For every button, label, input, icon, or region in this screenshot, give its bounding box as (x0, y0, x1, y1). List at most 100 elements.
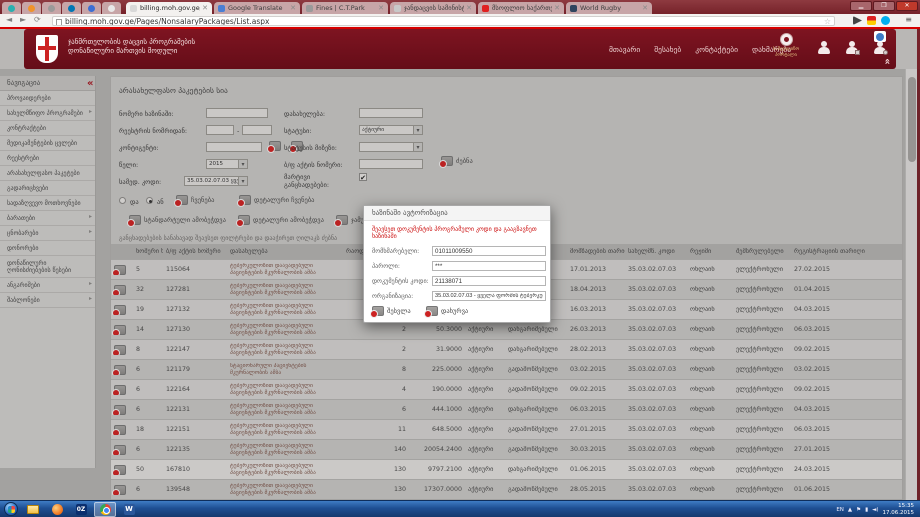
pinned-tab[interactable] (22, 2, 41, 14)
sidebar-item-13[interactable]: ანგარიშები▸ (0, 278, 95, 293)
sidebar-item-3[interactable]: კონტრაქტები (0, 121, 95, 136)
row-print-button[interactable] (114, 365, 130, 375)
sidebar-collapse-icon[interactable]: « (87, 78, 93, 89)
sidebar-item-5[interactable]: რეესტრები (0, 151, 95, 166)
name-input[interactable] (359, 108, 423, 118)
scrollbar[interactable] (905, 69, 917, 500)
sidebar-item-14[interactable]: შაბლონები▸ (0, 293, 95, 308)
organization-field[interactable] (432, 291, 546, 301)
sidebar-item-11[interactable]: დონორები (0, 241, 95, 256)
extension-icon[interactable] (867, 16, 876, 25)
network-icon[interactable]: ▮ (865, 507, 868, 513)
tab-close-icon[interactable]: ✕ (290, 4, 296, 12)
header-nav-item-2[interactable]: შესახებ (654, 45, 681, 54)
taskbar-firefox-button[interactable] (46, 502, 68, 517)
portal-link[interactable]: სამედიცინოპორტალი (769, 33, 803, 59)
language-indicator[interactable]: EN (836, 507, 844, 513)
row-print-button[interactable] (114, 405, 130, 415)
taskbar-word-button[interactable]: W (118, 502, 140, 517)
back-icon[interactable]: ◄ (6, 15, 12, 24)
modal-submit-button[interactable]: შესვლა (372, 306, 411, 316)
bookmark-star-icon[interactable]: ☆ (824, 17, 831, 26)
start-button[interactable] (4, 502, 18, 516)
expand-icon[interactable]: ▸ (89, 228, 92, 235)
tray-expand-icon[interactable]: ▲ (848, 507, 852, 513)
modal-close-button[interactable]: დახურვა (426, 306, 468, 316)
row-print-button[interactable] (114, 425, 130, 435)
tab-close-icon[interactable]: ✕ (554, 4, 560, 12)
tab-2[interactable]: Google Translate✕ (214, 2, 300, 14)
sidebar-item-1[interactable]: პროვაიდერები (0, 91, 95, 106)
contingent-pick-button[interactable] (269, 141, 281, 151)
act-number-input[interactable] (359, 159, 423, 169)
skype-extension-icon[interactable] (881, 16, 890, 25)
med-code-select[interactable]: 35.03.02.07.03 ყველა (184, 176, 248, 186)
taskbar-chrome-button[interactable] (94, 502, 116, 517)
pinned-tab[interactable] (42, 2, 61, 14)
pinned-tab[interactable] (82, 2, 101, 14)
pinned-tab[interactable] (102, 2, 121, 14)
translate-extension-icon[interactable] (853, 16, 862, 25)
contingent-input[interactable] (206, 142, 262, 152)
tab-6[interactable]: World Rugby✕ (566, 2, 652, 14)
status-select[interactable]: აქტიური (359, 125, 423, 135)
row-print-button[interactable] (114, 485, 130, 495)
year-select[interactable]: 2015 (206, 159, 248, 169)
row-print-button[interactable] (114, 285, 130, 295)
show-detailed-button[interactable]: დეტალური ჩვენება (239, 195, 314, 205)
header-nav-item-3[interactable]: კონტაქტები (695, 45, 738, 54)
row-print-button[interactable] (114, 265, 130, 275)
menu-icon[interactable]: ≡ (905, 15, 912, 24)
row-print-button[interactable] (114, 345, 130, 355)
radio-or[interactable] (146, 197, 153, 204)
refresh-icon[interactable]: ⟳ (34, 15, 41, 24)
search-button[interactable]: ძებნა (441, 156, 473, 166)
sidebar-item-6[interactable]: არასახელფასო პაკეტები (0, 166, 95, 181)
show-button[interactable]: ჩვენება (176, 195, 214, 205)
header-nav-item-1[interactable]: მთავარი (609, 45, 640, 54)
expand-icon[interactable]: ▸ (89, 295, 92, 302)
tab-4[interactable]: ჯანდაცვის სამინისტრო...✕ (390, 2, 476, 14)
tab-1[interactable]: billing.moh.gov.ge/Page...✕ (126, 2, 212, 14)
sidebar-item-8[interactable]: სადაზღვევო მოთხოვნები (0, 196, 95, 211)
status-reason-select[interactable] (359, 142, 423, 152)
url-input[interactable]: billing.moh.gov.ge/Pages/NonsalaryPackag… (52, 16, 835, 26)
document-code-field[interactable] (432, 276, 546, 286)
password-field[interactable] (432, 261, 546, 271)
expand-icon[interactable]: ▸ (89, 213, 92, 220)
clock[interactable]: 15:35 17.06.2015 (883, 503, 917, 517)
row-print-button[interactable] (114, 465, 130, 475)
simple-checkbox[interactable]: ✔ (359, 173, 367, 181)
row-print-button[interactable] (114, 445, 130, 455)
minimize-button[interactable]: ▁ (850, 1, 872, 11)
taskbar-oz-button[interactable]: 0Z (70, 502, 92, 517)
radio-and[interactable] (119, 197, 126, 204)
sidebar-item-7[interactable]: გადარიცხვები (0, 181, 95, 196)
user-settings-icon[interactable] (872, 41, 888, 55)
flag-icon[interactable]: ⚑ (856, 507, 861, 513)
sidebar-item-10[interactable]: ცნობარები▸ (0, 226, 95, 241)
maximize-button[interactable]: ❐ (873, 1, 895, 11)
tab-3[interactable]: Fines | C.T.Park✕ (302, 2, 388, 14)
globe-icon[interactable] (874, 31, 886, 42)
close-button[interactable]: ✕ (896, 1, 918, 11)
tab-5[interactable]: მსოფლიო საქართველო...✕ (478, 2, 564, 14)
user-document-icon[interactable] (844, 41, 860, 55)
row-print-button[interactable] (114, 325, 130, 335)
collapse-header-icon[interactable]: « (881, 58, 892, 64)
user-icon[interactable] (816, 41, 832, 55)
forward-icon[interactable]: ► (20, 15, 26, 24)
sidebar-item-12[interactable]: დონაწილური ღონისძიებების წესები (0, 256, 95, 278)
taskbar-explorer-button[interactable] (22, 502, 44, 517)
tab-close-icon[interactable]: ✕ (378, 4, 384, 12)
pinned-tab[interactable] (2, 2, 21, 14)
print-standard-button[interactable]: სტანდარტული ამობეჭდვა (129, 215, 226, 225)
print-detailed-button[interactable]: დეტალური ამობეჭდვა (238, 215, 324, 225)
volume-icon[interactable]: ◄) (872, 507, 878, 513)
sidebar-item-9[interactable]: ბარათები▸ (0, 211, 95, 226)
sidebar-item-4[interactable]: მედიკამენტების ცვლები (0, 136, 95, 151)
register-to-input[interactable] (242, 125, 272, 135)
treasury-number-input[interactable] (206, 108, 268, 118)
row-print-button[interactable] (114, 385, 130, 395)
tab-close-icon[interactable]: ✕ (642, 4, 648, 12)
